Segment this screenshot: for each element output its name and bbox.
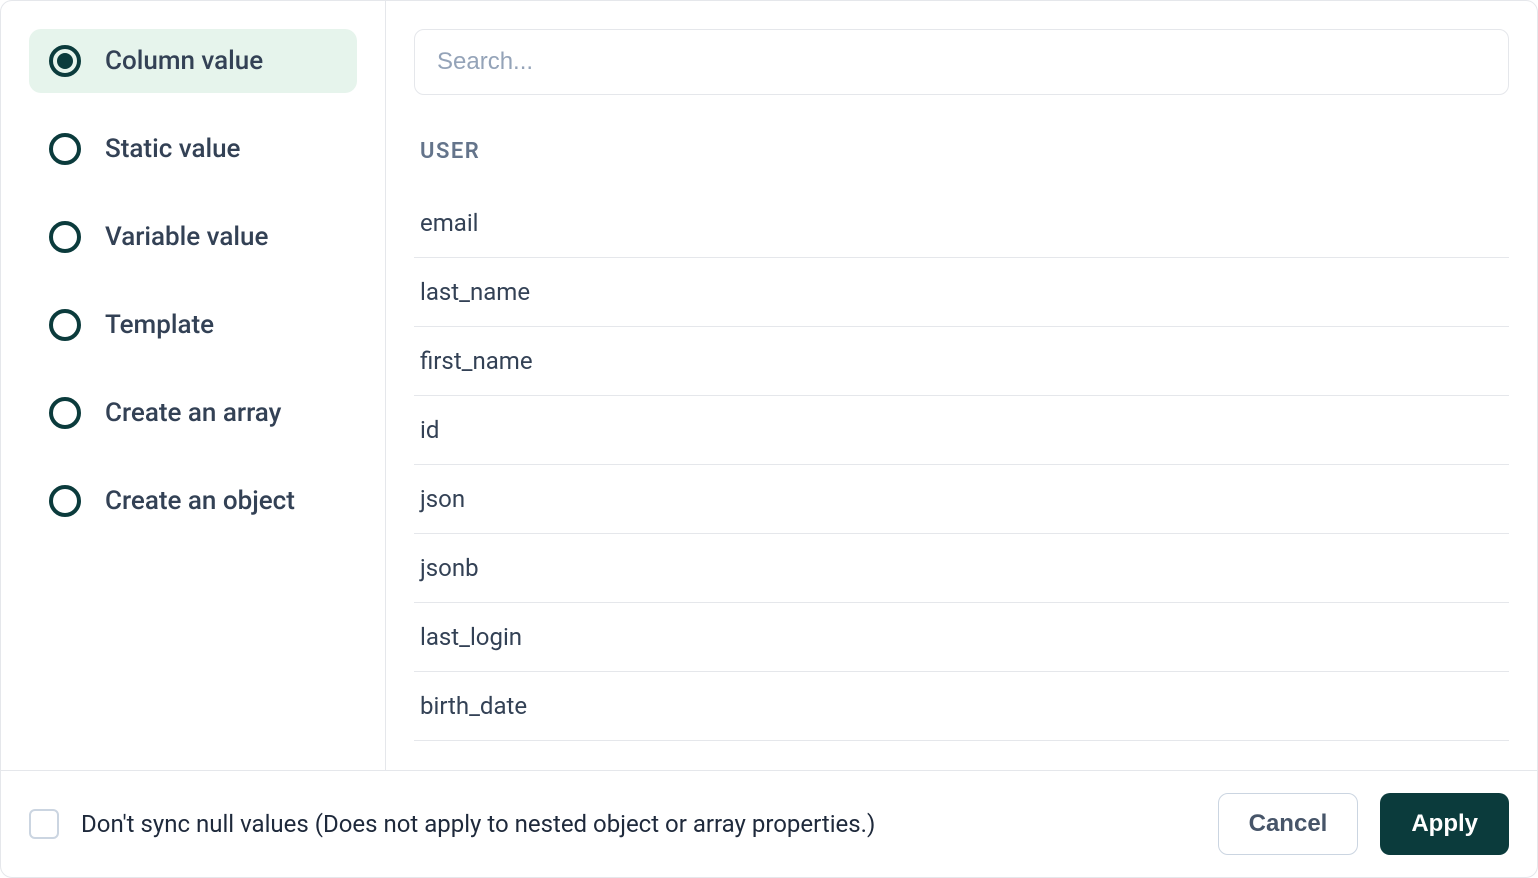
radio-label: Variable value: [105, 222, 268, 252]
radio-icon: [49, 397, 81, 429]
radio-option-create-object[interactable]: Create an object: [29, 469, 357, 533]
column-item-last-login[interactable]: last_login: [414, 603, 1509, 672]
radio-option-variable-value[interactable]: Variable value: [29, 205, 357, 269]
column-item-birth-date[interactable]: birth_date: [414, 672, 1509, 741]
column-item-json[interactable]: json: [414, 465, 1509, 534]
footer-bar: Don't sync null values (Does not apply t…: [1, 770, 1537, 877]
dont-sync-null-checkbox[interactable]: [29, 809, 59, 839]
dont-sync-null-label: Don't sync null values (Does not apply t…: [81, 810, 1196, 838]
column-item-last-name[interactable]: last_name: [414, 258, 1509, 327]
radio-icon: [49, 309, 81, 341]
radio-label: Template: [105, 310, 214, 340]
column-group-label: USER: [414, 139, 1509, 164]
column-list: email last_name first_name id json jsonb…: [414, 188, 1509, 770]
radio-option-static-value[interactable]: Static value: [29, 117, 357, 181]
column-item-first-name[interactable]: first_name: [414, 327, 1509, 396]
main-area: Column value Static value Variable value…: [1, 1, 1537, 770]
column-picker-content: USER email last_name first_name id json …: [386, 1, 1537, 770]
value-type-sidebar: Column value Static value Variable value…: [1, 1, 386, 770]
radio-option-column-value[interactable]: Column value: [29, 29, 357, 93]
column-item-jsonb[interactable]: jsonb: [414, 534, 1509, 603]
radio-icon: [49, 133, 81, 165]
radio-label: Column value: [105, 46, 263, 76]
radio-icon: [49, 45, 81, 77]
radio-icon: [49, 221, 81, 253]
column-item-id[interactable]: id: [414, 396, 1509, 465]
column-item-email[interactable]: email: [414, 188, 1509, 258]
cancel-button[interactable]: Cancel: [1218, 793, 1359, 855]
radio-label: Create an array: [105, 398, 281, 428]
apply-button[interactable]: Apply: [1380, 793, 1509, 855]
radio-label: Create an object: [105, 486, 295, 516]
radio-option-template[interactable]: Template: [29, 293, 357, 357]
search-input[interactable]: [414, 29, 1509, 95]
radio-label: Static value: [105, 134, 240, 164]
radio-icon: [49, 485, 81, 517]
value-picker-panel: Column value Static value Variable value…: [0, 0, 1538, 878]
radio-option-create-array[interactable]: Create an array: [29, 381, 357, 445]
